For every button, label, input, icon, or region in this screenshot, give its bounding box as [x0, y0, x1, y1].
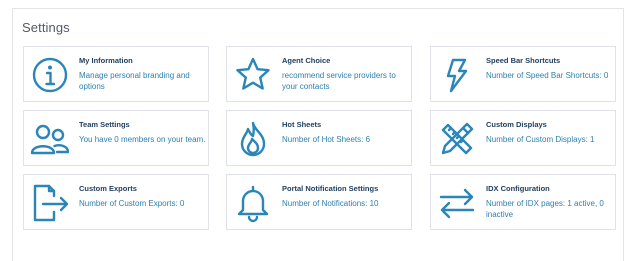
lightning-icon: [437, 55, 477, 95]
info-icon: [30, 55, 70, 95]
arrows-exchange-icon: [437, 183, 477, 223]
card-team-settings[interactable]: Team Settings You have 0 members on your…: [23, 110, 209, 166]
card-description: Number of Custom Displays: 1: [486, 135, 595, 144]
card-title: Agent Choice: [282, 56, 331, 65]
card-description: Number of Hot Sheets: 6: [282, 135, 371, 144]
card-title: Custom Exports: [79, 184, 137, 193]
card-idx-configuration[interactable]: IDX Configuration Number of IDX pages: 1…: [430, 174, 616, 230]
settings-panel: Settings My Information Manage personal …: [12, 8, 624, 261]
card-custom-displays[interactable]: Custom Displays Number of Custom Display…: [430, 110, 616, 166]
card-description: Number of Custom Exports: 0: [79, 199, 185, 208]
card-title: Custom Displays: [486, 120, 547, 129]
card-description: Number of Speed Bar Shortcuts: 0: [486, 71, 609, 80]
page-title: Settings: [22, 20, 70, 35]
card-title: IDX Configuration: [486, 184, 550, 193]
card-speed-bar-shortcuts[interactable]: Speed Bar Shortcuts Number of Speed Bar …: [430, 46, 616, 102]
card-description: Manage personal branding and options: [79, 71, 190, 91]
card-hot-sheets[interactable]: Hot Sheets Number of Hot Sheets: 6: [226, 110, 412, 166]
card-title: My Information: [79, 56, 133, 65]
card-title: Hot Sheets: [282, 120, 322, 129]
export-icon: [30, 183, 70, 223]
card-custom-exports[interactable]: Custom Exports Number of Custom Exports:…: [23, 174, 209, 230]
pencil-ruler-icon: [437, 119, 477, 159]
card-title: Team Settings: [79, 120, 130, 129]
card-agent-choice[interactable]: Agent Choice recommend service providers…: [226, 46, 412, 102]
bell-icon: [233, 183, 273, 223]
card-my-information[interactable]: My Information Manage personal branding …: [23, 46, 209, 102]
star-icon: [233, 55, 273, 95]
card-description: Number of IDX pages: 1 active, 0 inactiv…: [486, 199, 604, 219]
card-title: Portal Notification Settings: [282, 184, 379, 193]
card-portal-notification-settings[interactable]: Portal Notification Settings Number of N…: [226, 174, 412, 230]
card-description: recommend service providers to your cont…: [282, 71, 396, 91]
card-description: You have 0 members on your team.: [79, 135, 206, 144]
card-description: Number of Notifications: 10: [282, 199, 379, 208]
team-icon: [30, 119, 70, 159]
flame-icon: [233, 119, 273, 159]
card-title: Speed Bar Shortcuts: [486, 56, 561, 65]
